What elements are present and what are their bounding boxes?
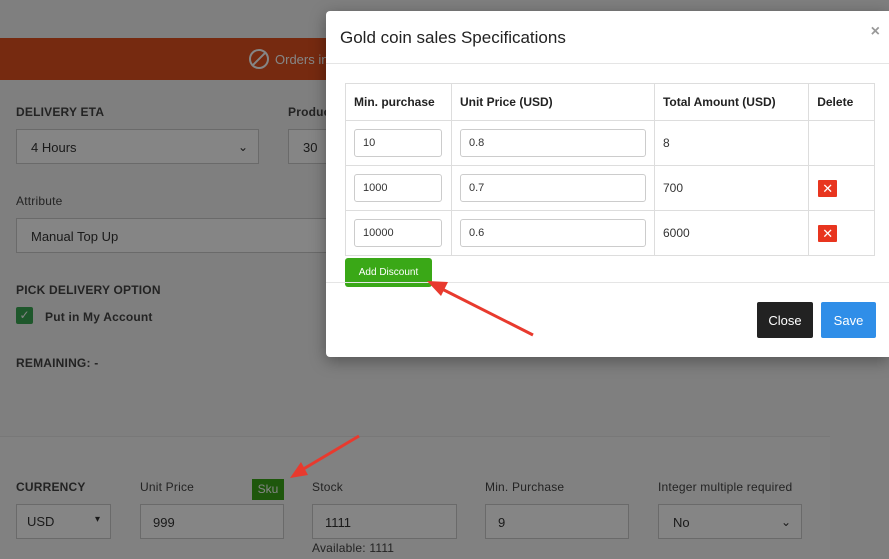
table-row: 6000 ✕: [345, 210, 875, 256]
modal-title: Gold coin sales Specifications: [340, 28, 566, 47]
col-min-purchase: Min. purchase: [345, 83, 452, 121]
delete-cell-empty: [808, 120, 875, 166]
save-button[interactable]: Save: [821, 302, 876, 338]
col-delete: Delete: [808, 83, 875, 121]
col-total-amount: Total Amount (USD): [653, 83, 810, 121]
min-purchase-field[interactable]: [354, 174, 442, 202]
table-row: 700 ✕: [345, 165, 875, 211]
total-amount-cell: 6000: [653, 210, 810, 256]
table-row: 8: [345, 120, 875, 166]
total-amount-cell: 8: [653, 120, 810, 166]
modal-header-divider: [326, 63, 889, 64]
table-header-row: Min. purchase Unit Price (USD) Total Amo…: [345, 83, 875, 121]
unit-price-field[interactable]: [459, 219, 646, 247]
specifications-modal: Gold coin sales Specifications × Min. pu…: [326, 11, 889, 357]
delete-row-icon[interactable]: ✕: [818, 179, 838, 197]
min-purchase-field[interactable]: [354, 129, 442, 157]
min-purchase-field[interactable]: [354, 219, 442, 247]
unit-price-field[interactable]: [459, 129, 646, 157]
close-button[interactable]: Close: [757, 302, 813, 338]
modal-footer-divider: [326, 282, 889, 283]
total-amount-cell: 700: [653, 165, 810, 211]
close-icon[interactable]: ×: [871, 23, 880, 41]
delete-row-icon[interactable]: ✕: [818, 224, 838, 242]
unit-price-field[interactable]: [459, 174, 646, 202]
specifications-table: Min. purchase Unit Price (USD) Total Amo…: [345, 83, 875, 256]
col-unit-price: Unit Price (USD): [450, 83, 655, 121]
